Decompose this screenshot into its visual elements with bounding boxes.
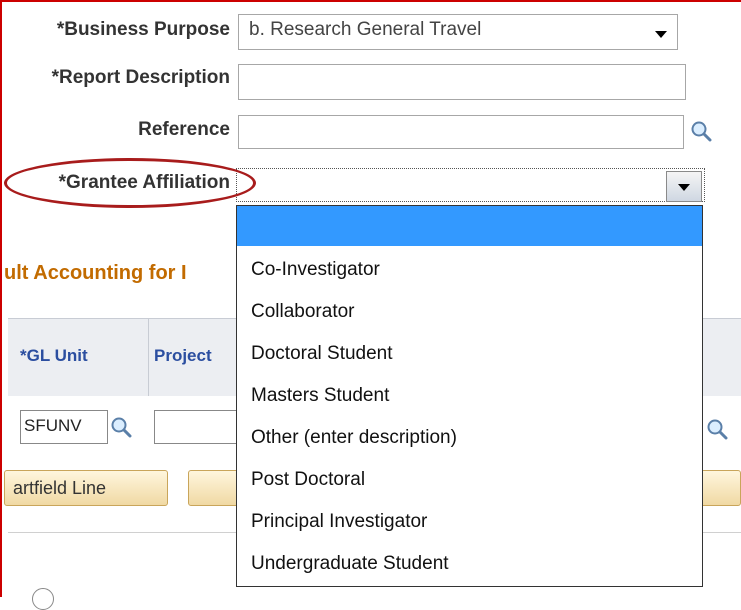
option-label: Collaborator [251, 301, 355, 322]
dropdown-option[interactable]: Co-Investigator [237, 250, 702, 290]
frame-border-left [0, 0, 2, 597]
reference-input[interactable] [238, 115, 684, 149]
gl-unit-input[interactable]: SFUNV [20, 410, 108, 444]
column-separator [148, 318, 149, 396]
dropdown-arrow-icon [678, 184, 690, 191]
report-description-label: *Report Description [51, 67, 230, 88]
secondary-button[interactable] [188, 470, 240, 506]
option-label: Masters Student [251, 385, 390, 406]
lookup-icon[interactable] [690, 120, 712, 142]
grantee-dropdown-button[interactable] [666, 171, 702, 202]
radio-icon[interactable] [32, 588, 54, 610]
lookup-icon[interactable] [706, 418, 728, 440]
frame-border-top [0, 0, 741, 2]
option-label: Principal Investigator [251, 511, 428, 532]
project-input[interactable] [154, 410, 244, 444]
business-purpose-label: *Business Purpose [56, 19, 230, 40]
option-label: Undergraduate Student [251, 553, 449, 574]
grantee-affiliation-select[interactable] [236, 168, 705, 202]
dropdown-option[interactable]: Collaborator [237, 292, 702, 332]
dropdown-option[interactable]: Doctoral Student [237, 334, 702, 374]
option-label: Other (enter description) [251, 427, 457, 448]
add-chartfield-line-button[interactable]: artfield Line [4, 470, 168, 506]
business-purpose-value: b. Research General Travel [249, 19, 482, 40]
reference-label: Reference [138, 119, 230, 140]
chartfield-button-label: artfield Line [13, 478, 107, 498]
option-label: Co-Investigator [251, 259, 380, 280]
chevron-down-icon [655, 31, 667, 38]
dropdown-option[interactable]: Post Doctoral [237, 460, 702, 500]
lookup-icon[interactable] [110, 416, 132, 438]
dropdown-option[interactable] [237, 206, 702, 246]
highlight-ellipse [4, 158, 256, 208]
secondary-button-right[interactable] [700, 470, 741, 506]
report-description-input[interactable] [238, 64, 686, 100]
dropdown-option[interactable]: Other (enter description) [237, 418, 702, 458]
dropdown-option[interactable]: Principal Investigator [237, 502, 702, 542]
business-purpose-select[interactable]: b. Research General Travel [238, 14, 678, 50]
grantee-affiliation-dropdown-list: Co-Investigator Collaborator Doctoral St… [236, 205, 703, 587]
dropdown-option[interactable]: Undergraduate Student [237, 544, 702, 584]
option-label: Doctoral Student [251, 343, 393, 364]
dropdown-option[interactable]: Masters Student [237, 376, 702, 416]
column-header-gl-unit[interactable]: *GL Unit [20, 346, 88, 366]
option-label: Post Doctoral [251, 469, 366, 490]
accounting-section-title: ult Accounting for I [4, 262, 187, 284]
column-header-project[interactable]: Project [154, 346, 212, 366]
